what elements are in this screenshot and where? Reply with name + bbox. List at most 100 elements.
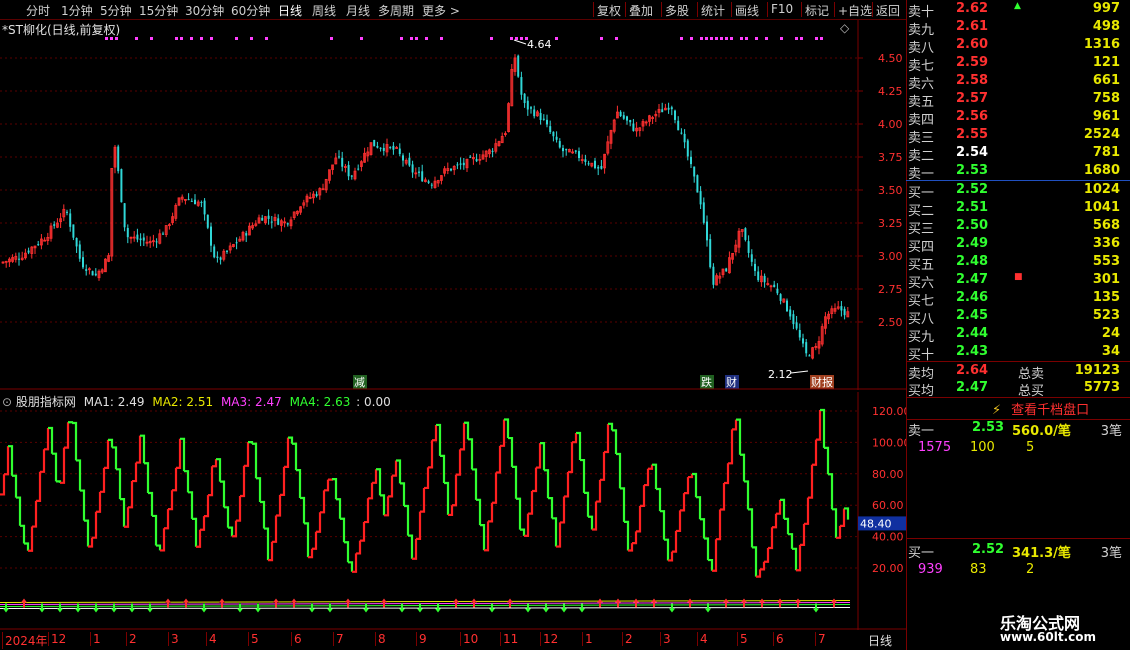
candle (612, 118, 616, 134)
candle (446, 162, 450, 175)
order-book-row[interactable]: 卖七 2.59 121 (908, 55, 1130, 74)
period-tab-1[interactable]: 1分钟 (61, 2, 93, 19)
candle (338, 150, 340, 159)
indicator-line-segment (260, 500, 266, 529)
indicator-name[interactable]: 股朋指标网 (16, 395, 76, 409)
order-book-row[interactable]: 买九 2.44 24 (908, 326, 1130, 345)
indicator-tick-label: 40.00 (872, 531, 904, 544)
candlestick-chart[interactable]: 4.50 4.25 4.00 3.75 3.50 3.25 3.00 2.75 2.50 4.64… (0, 20, 906, 390)
order-book-row[interactable]: 买六 2.47 301 ■ (908, 272, 1130, 291)
order-book-row[interactable]: 卖四 2.56 961 (908, 109, 1130, 128)
order-book-row[interactable]: 卖八 2.60 1316 (908, 37, 1130, 56)
order-book-row[interactable]: 买七 2.46 135 (908, 290, 1130, 309)
toolbar-separator (834, 2, 835, 17)
indicator-line-segment (12, 474, 18, 498)
candle (740, 229, 744, 238)
order-book-row[interactable]: 卖一 2.53 1680 (908, 163, 1130, 182)
candle (33, 245, 37, 254)
order-book-row[interactable]: 卖九 2.61 498 (908, 19, 1130, 38)
level-price: 2.61 (956, 19, 989, 34)
candle (526, 96, 529, 116)
action-button-0[interactable]: 复权 (597, 2, 621, 19)
period-tab-6[interactable]: 日线 (278, 2, 302, 19)
indicator-line-segment (704, 537, 710, 561)
action-button-6[interactable]: 标记 (805, 2, 829, 19)
level-price: 2.59 (956, 55, 989, 70)
indicator-chart[interactable]: 120.00 100.00 80.00 60.00 40.00 20.00 48.40 (0, 392, 906, 630)
level-price: 2.62 (956, 1, 989, 16)
order-book-row[interactable]: 买四 2.49 336 (908, 236, 1130, 255)
candle (491, 148, 494, 158)
order-book-row[interactable]: 买三 2.50 568 (908, 218, 1130, 237)
period-tab-8[interactable]: 月线 (346, 2, 370, 19)
diamond-icon[interactable]: ◇ (840, 21, 849, 35)
order-book-row[interactable]: 卖五 2.57 758 (908, 91, 1130, 110)
action-button-5[interactable]: F10 (771, 2, 793, 16)
action-button-4[interactable]: 画线 (735, 2, 759, 19)
level-volume: 758 (1092, 91, 1120, 106)
order-book-row[interactable]: 买八 2.45 523 (908, 308, 1130, 327)
queue-header[interactable]: 卖一 2.53 560.0/笔 3笔 (908, 420, 1130, 439)
indicator-line-segment (648, 464, 654, 470)
candle (846, 306, 850, 318)
period-tab-0[interactable]: 分时 (26, 2, 50, 19)
order-book-row[interactable]: 买十 2.43 34 (908, 344, 1130, 363)
action-button-8[interactable]: 返回 (876, 2, 900, 19)
period-tab-9[interactable]: 多周期 (378, 2, 414, 19)
period-label[interactable]: 日线 (868, 632, 892, 649)
candle (760, 269, 763, 287)
collapse-icon[interactable]: ⊙ (2, 395, 12, 409)
indicator-line-segment (228, 526, 234, 537)
signal-dot (200, 37, 203, 40)
period-tab-10[interactable]: 更多 > (422, 2, 460, 19)
event-marker[interactable]: 财 (726, 375, 737, 389)
order-book-row[interactable]: 卖二 2.54 781 (908, 145, 1130, 164)
level-label: 卖四 (908, 113, 935, 128)
candle (97, 269, 101, 281)
period-tab-2[interactable]: 5分钟 (100, 2, 132, 19)
period-tab-3[interactable]: 15分钟 (139, 2, 178, 19)
ma-line-white (0, 607, 851, 610)
event-marker[interactable]: 跌 (701, 375, 712, 389)
signal-dot (400, 37, 403, 40)
level-price: 2.49 (956, 236, 989, 251)
order-book-row[interactable]: 买一 2.52 1024 (908, 182, 1130, 201)
candle (404, 158, 408, 166)
level-volume: 24 (1101, 326, 1120, 341)
time-label: 11 (500, 632, 518, 646)
level-volume: 661 (1092, 73, 1120, 88)
candle (40, 234, 43, 250)
indicator-line-segment (580, 458, 586, 493)
action-button-2[interactable]: 多股 (665, 2, 689, 19)
indicator-line-segment (388, 475, 394, 498)
candle (706, 215, 708, 247)
order-book-row[interactable]: 买二 2.51 1041 (908, 200, 1130, 219)
signal-dot (720, 37, 723, 40)
order-book-row[interactable]: 卖十 2.62 997 ▲ (908, 1, 1130, 20)
period-tab-7[interactable]: 周线 (312, 2, 336, 19)
event-marker[interactable]: 财报 (811, 375, 833, 389)
time-label: 3 (660, 632, 671, 646)
level-volume: 568 (1092, 218, 1120, 233)
period-tab-5[interactable]: 60分钟 (231, 2, 270, 19)
depth-button[interactable]: ⚡ 查看千档盘口 (992, 399, 1089, 418)
indicator-line-segment (588, 515, 594, 530)
candle (795, 315, 798, 331)
candle (299, 206, 303, 215)
level-label: 卖八 (908, 41, 935, 56)
order-book-row[interactable]: 卖三 2.55 2524 (908, 127, 1130, 146)
period-tab-4[interactable]: 30分钟 (185, 2, 224, 19)
time-label: 1 (582, 632, 593, 646)
event-marker[interactable]: 减 (354, 376, 365, 389)
candle (107, 252, 110, 263)
action-button-1[interactable]: 叠加 (629, 2, 653, 19)
indicator-line-segment (168, 490, 174, 511)
order-book-row[interactable]: 买五 2.48 553 (908, 254, 1130, 273)
candle (273, 213, 277, 227)
queue-header[interactable]: 买一 2.52 341.3/笔 3笔 (908, 542, 1130, 561)
indicator-line-segment (148, 491, 154, 516)
order-book-row[interactable]: 卖六 2.58 661 (908, 73, 1130, 92)
chart-title: *ST柳化(日线,前复权) (2, 23, 121, 37)
action-button-7[interactable]: +自选 (838, 2, 872, 19)
action-button-3[interactable]: 统计 (701, 2, 725, 19)
